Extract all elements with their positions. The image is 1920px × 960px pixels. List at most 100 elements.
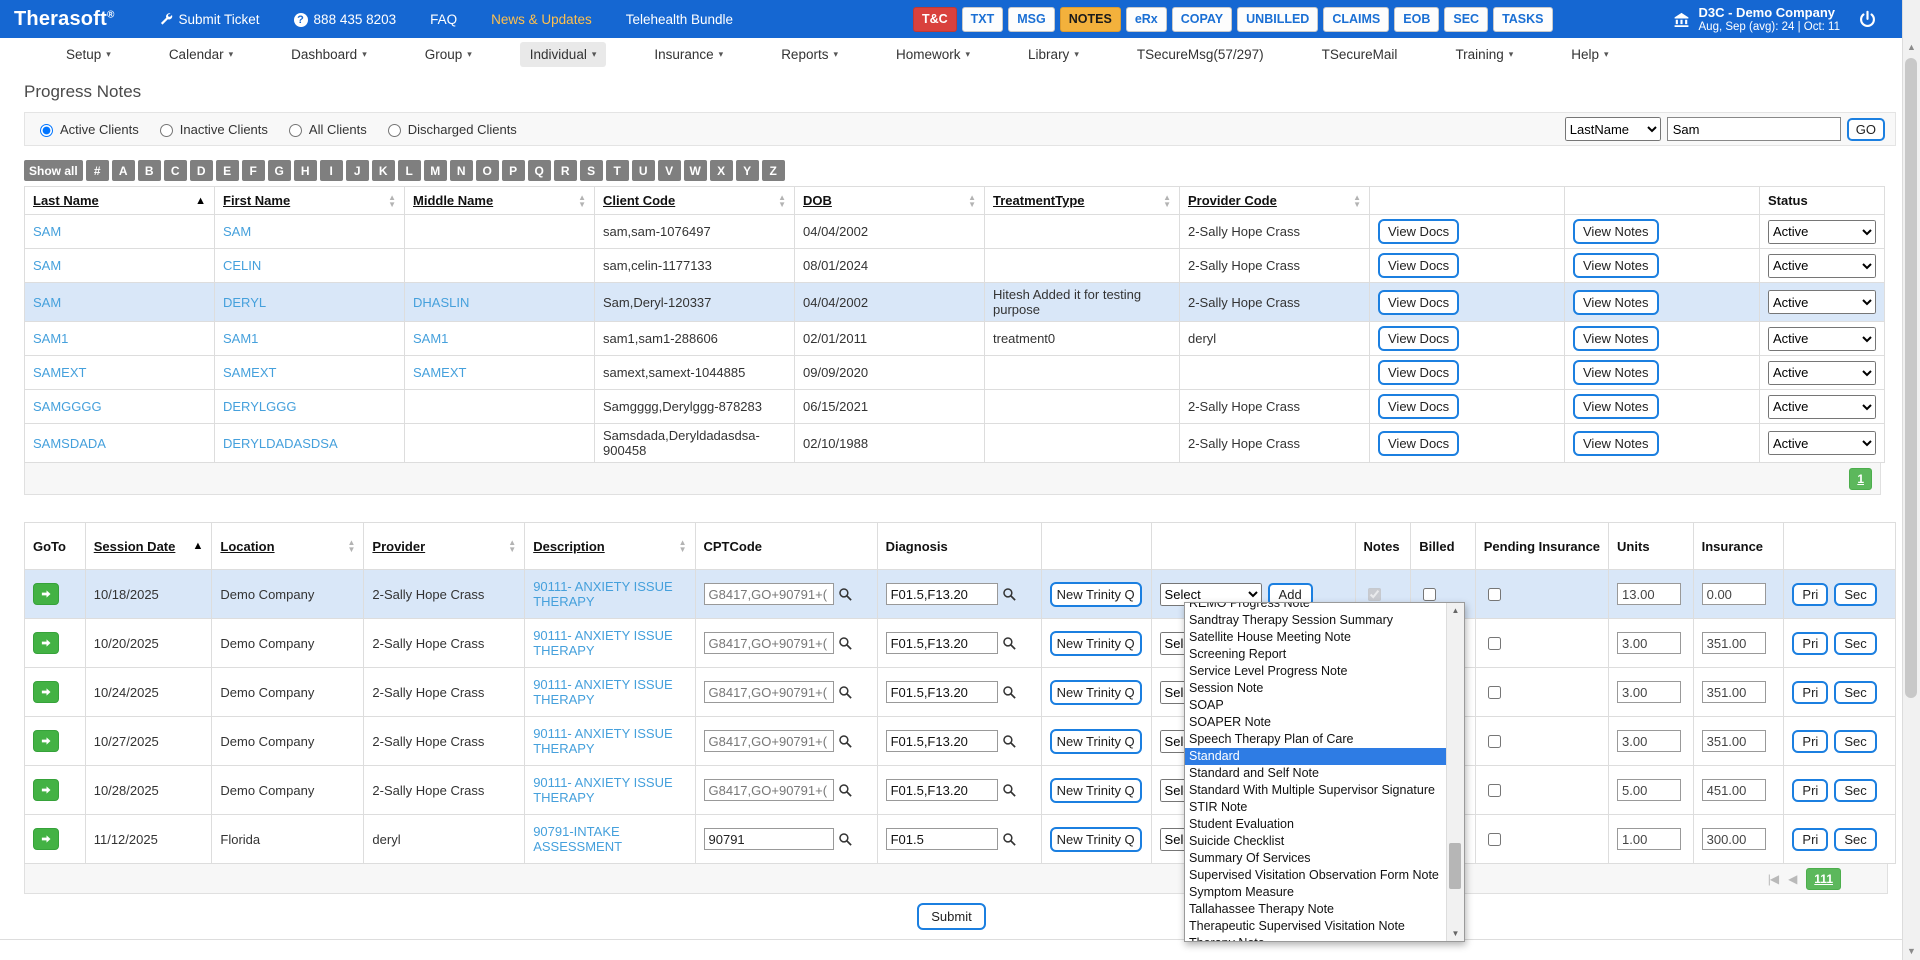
alpha-button-n[interactable]: N [450, 160, 473, 181]
quick-button-t-c[interactable]: T&C [913, 7, 957, 32]
brand-logo[interactable]: Therasoft® [14, 8, 115, 31]
goto-arrow-button[interactable] [33, 583, 59, 605]
client-first[interactable]: DERYL [223, 295, 266, 310]
diagnosis-input[interactable] [886, 632, 998, 654]
alpha-button-t[interactable]: T [606, 160, 629, 181]
view-notes-button[interactable]: View Notes [1573, 253, 1659, 278]
session-description-link[interactable]: 90111- ANXIETY ISSUE THERAPY [533, 628, 672, 658]
dropdown-scroll-down-icon[interactable]: ▼ [1447, 929, 1464, 938]
sec-button[interactable]: Sec [1834, 583, 1876, 606]
topbar-link-submit-ticket[interactable]: Submit Ticket [159, 12, 260, 27]
pri-button[interactable]: Pri [1792, 632, 1828, 655]
sessions-page-badge[interactable]: 111 [1806, 868, 1841, 890]
column-header-session-date[interactable]: Session Date▲ [85, 523, 212, 570]
note-type-item-satellite-house-meeting-note[interactable]: Satellite House Meeting Note [1185, 629, 1446, 646]
alpha-button-p[interactable]: P [502, 160, 525, 181]
topbar-link-faq[interactable]: FAQ [430, 12, 457, 27]
nav-item-setup[interactable]: Setup▾ [56, 42, 121, 67]
note-type-item-supervised-visitation-observation-form-note[interactable]: Supervised Visitation Observation Form N… [1185, 867, 1446, 884]
goto-arrow-button[interactable] [33, 681, 59, 703]
search-icon[interactable] [838, 783, 853, 798]
view-notes-button[interactable]: View Notes [1573, 290, 1659, 315]
sec-button[interactable]: Sec [1834, 632, 1876, 655]
diagnosis-input[interactable] [886, 583, 998, 605]
client-middle[interactable]: SAM1 [413, 331, 448, 346]
view-docs-button[interactable]: View Docs [1378, 290, 1459, 315]
note-type-item-standard-and-self-note[interactable]: Standard and Self Note [1185, 765, 1446, 782]
view-docs-button[interactable]: View Docs [1378, 253, 1459, 278]
pending-insurance-checkbox[interactable] [1488, 686, 1501, 699]
note-type-item-screening-report[interactable]: Screening Report [1185, 646, 1446, 663]
search-icon[interactable] [838, 587, 853, 602]
pagination-first-icon[interactable]: |◀ [1768, 872, 1778, 886]
search-icon[interactable] [838, 734, 853, 749]
note-type-item-stir-note[interactable]: STIR Note [1185, 799, 1446, 816]
new-trinity-button[interactable]: New Trinity Q [1050, 827, 1142, 852]
quick-button-txt[interactable]: TXT [962, 7, 1004, 32]
notes-checkbox[interactable] [1368, 588, 1381, 601]
status-select[interactable]: Active [1768, 395, 1876, 419]
alpha-button-s[interactable]: S [580, 160, 603, 181]
units-input[interactable] [1617, 730, 1681, 752]
client-last[interactable]: SAMGGGG [33, 399, 102, 414]
search-field-select[interactable]: LastName [1565, 117, 1661, 141]
alpha-button-m[interactable]: M [424, 160, 447, 181]
note-type-item-soap[interactable]: SOAP [1185, 697, 1446, 714]
view-notes-button[interactable]: View Notes [1573, 431, 1659, 456]
view-notes-button[interactable]: View Notes [1573, 394, 1659, 419]
status-select[interactable]: Active [1768, 431, 1876, 455]
alpha-button-blank[interactable]: # [86, 160, 109, 181]
new-trinity-button[interactable]: New Trinity Q [1050, 680, 1142, 705]
view-notes-button[interactable]: View Notes [1573, 219, 1659, 244]
submit-button[interactable]: Submit [917, 903, 985, 930]
alpha-button-f[interactable]: F [242, 160, 265, 181]
dropdown-scroll-up-icon[interactable]: ▲ [1447, 606, 1464, 615]
insurance-input[interactable] [1702, 681, 1766, 703]
alpha-button-o[interactable]: O [476, 160, 499, 181]
quick-button-sec[interactable]: SEC [1444, 7, 1488, 32]
alpha-button-x[interactable]: X [710, 160, 733, 181]
nav-item-dashboard[interactable]: Dashboard▾ [281, 42, 377, 67]
diagnosis-input[interactable] [886, 779, 998, 801]
search-icon[interactable] [1002, 832, 1017, 847]
note-type-item-suicide-checklist[interactable]: Suicide Checklist [1185, 833, 1446, 850]
pri-button[interactable]: Pri [1792, 828, 1828, 851]
nav-item-training[interactable]: Training▾ [1445, 42, 1523, 67]
view-docs-button[interactable]: View Docs [1378, 360, 1459, 385]
status-select[interactable]: Active [1768, 327, 1876, 351]
sec-button[interactable]: Sec [1834, 828, 1876, 851]
alpha-button-k[interactable]: K [372, 160, 395, 181]
new-trinity-button[interactable]: New Trinity Q [1050, 778, 1142, 803]
client-first[interactable]: SAM1 [223, 331, 258, 346]
pagination-prev-icon[interactable]: ◀ [1788, 872, 1796, 886]
note-type-item-soaper-note[interactable]: SOAPER Note [1185, 714, 1446, 731]
client-first[interactable]: DERYLDADASDSA [223, 436, 338, 451]
sec-button[interactable]: Sec [1834, 730, 1876, 753]
alpha-button-u[interactable]: U [632, 160, 655, 181]
client-last[interactable]: SAMEXT [33, 365, 86, 380]
page-scroll-down-icon[interactable]: ▼ [1903, 946, 1920, 956]
units-input[interactable] [1617, 583, 1681, 605]
client-first[interactable]: CELIN [223, 258, 261, 273]
radio-input-active-clients[interactable] [40, 124, 53, 137]
units-input[interactable] [1617, 632, 1681, 654]
note-type-item-session-note[interactable]: Session Note [1185, 680, 1446, 697]
goto-arrow-button[interactable] [33, 779, 59, 801]
radio-input-all-clients[interactable] [289, 124, 302, 137]
client-first[interactable]: SAM [223, 224, 251, 239]
cpt-input[interactable] [704, 632, 834, 654]
nav-item-tsecuremsg-57-297[interactable]: TSecureMsg(57/297) [1127, 42, 1274, 67]
units-input[interactable] [1617, 779, 1681, 801]
alpha-button-j[interactable]: J [346, 160, 369, 181]
nav-item-calendar[interactable]: Calendar▾ [159, 42, 243, 67]
goto-arrow-button[interactable] [33, 828, 59, 850]
quick-button-eob[interactable]: EOB [1394, 7, 1439, 32]
client-last[interactable]: SAM1 [33, 331, 68, 346]
search-icon[interactable] [1002, 783, 1017, 798]
pri-button[interactable]: Pri [1792, 779, 1828, 802]
column-header-client-code[interactable]: Client Code▲▼ [595, 187, 795, 215]
pri-button[interactable]: Pri [1792, 583, 1828, 606]
nav-item-homework[interactable]: Homework▾ [886, 42, 980, 67]
new-trinity-button[interactable]: New Trinity Q [1050, 729, 1142, 754]
quick-button-notes[interactable]: NOTES [1060, 7, 1121, 32]
